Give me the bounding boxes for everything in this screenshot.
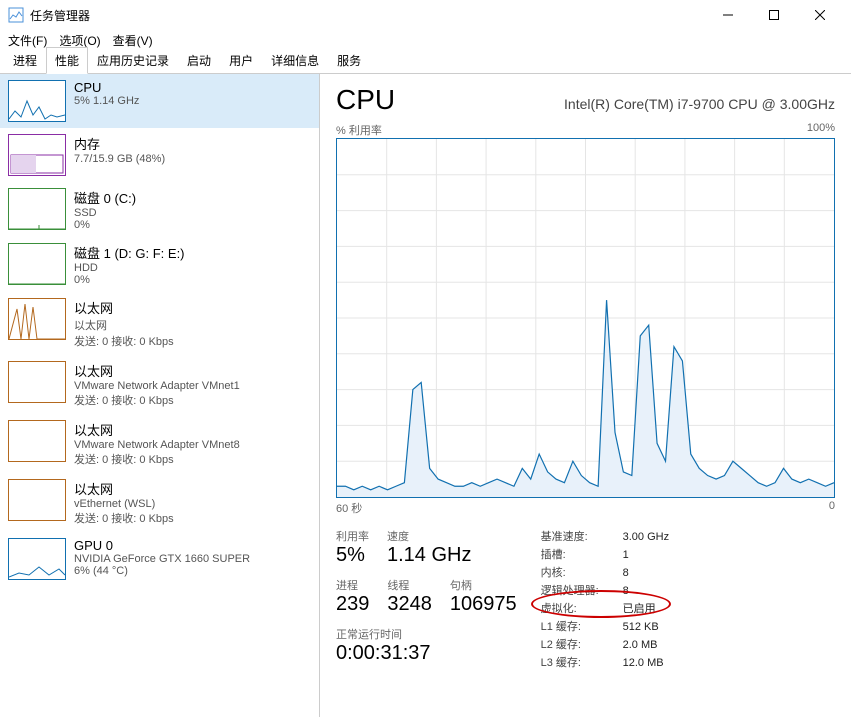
chart-ylabel: % 利用率 — [336, 122, 382, 138]
sidebar-item-1[interactable]: 内存 7.7/15.9 GB (48%) — [0, 128, 319, 182]
tab-users[interactable]: 用户 — [220, 47, 262, 74]
titlebar: 任务管理器 — [0, 0, 851, 30]
chart-bottom-labels: 60 秒 0 — [336, 500, 835, 516]
close-button[interactable] — [797, 0, 843, 30]
sidebar-item-8[interactable]: GPU 0 NVIDIA GeForce GTX 1660 SUPER 6% (… — [0, 532, 319, 586]
sidebar-thumb-icon — [8, 538, 66, 580]
sidebar-item-2[interactable]: 磁盘 0 (C:) SSD 0% — [0, 182, 319, 237]
window-title: 任务管理器 — [30, 7, 705, 24]
sidebar-thumb-icon — [8, 479, 66, 521]
sidebar-thumb-icon — [8, 80, 66, 122]
sidebar-thumb-icon — [8, 243, 66, 285]
chart-xmin: 0 — [829, 500, 835, 516]
sidebar-item-6[interactable]: 以太网 VMware Network Adapter VMnet8 发送: 0 … — [0, 414, 319, 473]
tab-details[interactable]: 详细信息 — [262, 47, 328, 74]
stat-processes: 进程 239 — [336, 577, 369, 616]
menu-view[interactable]: 查看(V) — [113, 32, 153, 49]
tabbar: 进程 性能 应用历史记录 启动 用户 详细信息 服务 — [0, 50, 851, 74]
minimize-button[interactable] — [705, 0, 751, 30]
sidebar-thumb-icon — [8, 361, 66, 403]
tab-performance[interactable]: 性能 — [46, 47, 88, 74]
tab-startup[interactable]: 启动 — [178, 47, 220, 74]
cpu-model: Intel(R) Core(TM) i7-9700 CPU @ 3.00GHz — [564, 96, 835, 112]
chart-ymax: 100% — [807, 122, 835, 138]
maximize-button[interactable] — [751, 0, 797, 30]
tab-services[interactable]: 服务 — [328, 47, 370, 74]
chart-top-labels: % 利用率 100% — [336, 122, 835, 138]
stat-uptime: 正常运行时间 0:00:31:37 — [336, 626, 517, 665]
sidebar-thumb-icon — [8, 420, 66, 462]
tab-processes[interactable]: 进程 — [4, 47, 46, 74]
stat-util: 利用率 5% — [336, 528, 369, 567]
sidebar-item-3[interactable]: 磁盘 1 (D: G: F: E:) HDD 0% — [0, 237, 319, 292]
stat-threads: 线程 3248 — [387, 577, 432, 616]
stat-handles: 句柄 106975 — [450, 577, 517, 616]
content: CPU 5% 1.14 GHz 内存 7.7/15.9 GB (48%) 磁盘 … — [0, 74, 851, 717]
app-icon — [8, 7, 24, 23]
sidebar-item-7[interactable]: 以太网 vEthernet (WSL) 发送: 0 接收: 0 Kbps — [0, 473, 319, 532]
resource-title: CPU — [336, 84, 395, 116]
sidebar-thumb-icon — [8, 188, 66, 230]
sidebar-item-4[interactable]: 以太网 以太网 发送: 0 接收: 0 Kbps — [0, 292, 319, 355]
cpu-chart[interactable] — [336, 138, 835, 498]
sidebar[interactable]: CPU 5% 1.14 GHz 内存 7.7/15.9 GB (48%) 磁盘 … — [0, 74, 320, 717]
chart-xmax: 60 秒 — [336, 500, 362, 516]
cpu-spec-table: 基准速度:3.00 GHz 插槽:1 内核:8 逻辑处理器:8 虚拟化:已启用 … — [541, 528, 669, 672]
tab-app-history[interactable]: 应用历史记录 — [88, 47, 178, 74]
main-panel: CPU Intel(R) Core(TM) i7-9700 CPU @ 3.00… — [320, 74, 851, 717]
sidebar-thumb-icon — [8, 298, 66, 340]
menu-file[interactable]: 文件(F) — [8, 32, 47, 49]
menu-options[interactable]: 选项(O) — [59, 32, 100, 49]
sidebar-item-5[interactable]: 以太网 VMware Network Adapter VMnet1 发送: 0 … — [0, 355, 319, 414]
main-header: CPU Intel(R) Core(TM) i7-9700 CPU @ 3.00… — [336, 84, 835, 116]
stats-row: 利用率 5% 速度 1.14 GHz 进程 239 线程 324 — [336, 528, 835, 672]
sidebar-thumb-icon — [8, 134, 66, 176]
stat-speed: 速度 1.14 GHz — [387, 528, 471, 567]
sidebar-item-0[interactable]: CPU 5% 1.14 GHz — [0, 74, 319, 128]
